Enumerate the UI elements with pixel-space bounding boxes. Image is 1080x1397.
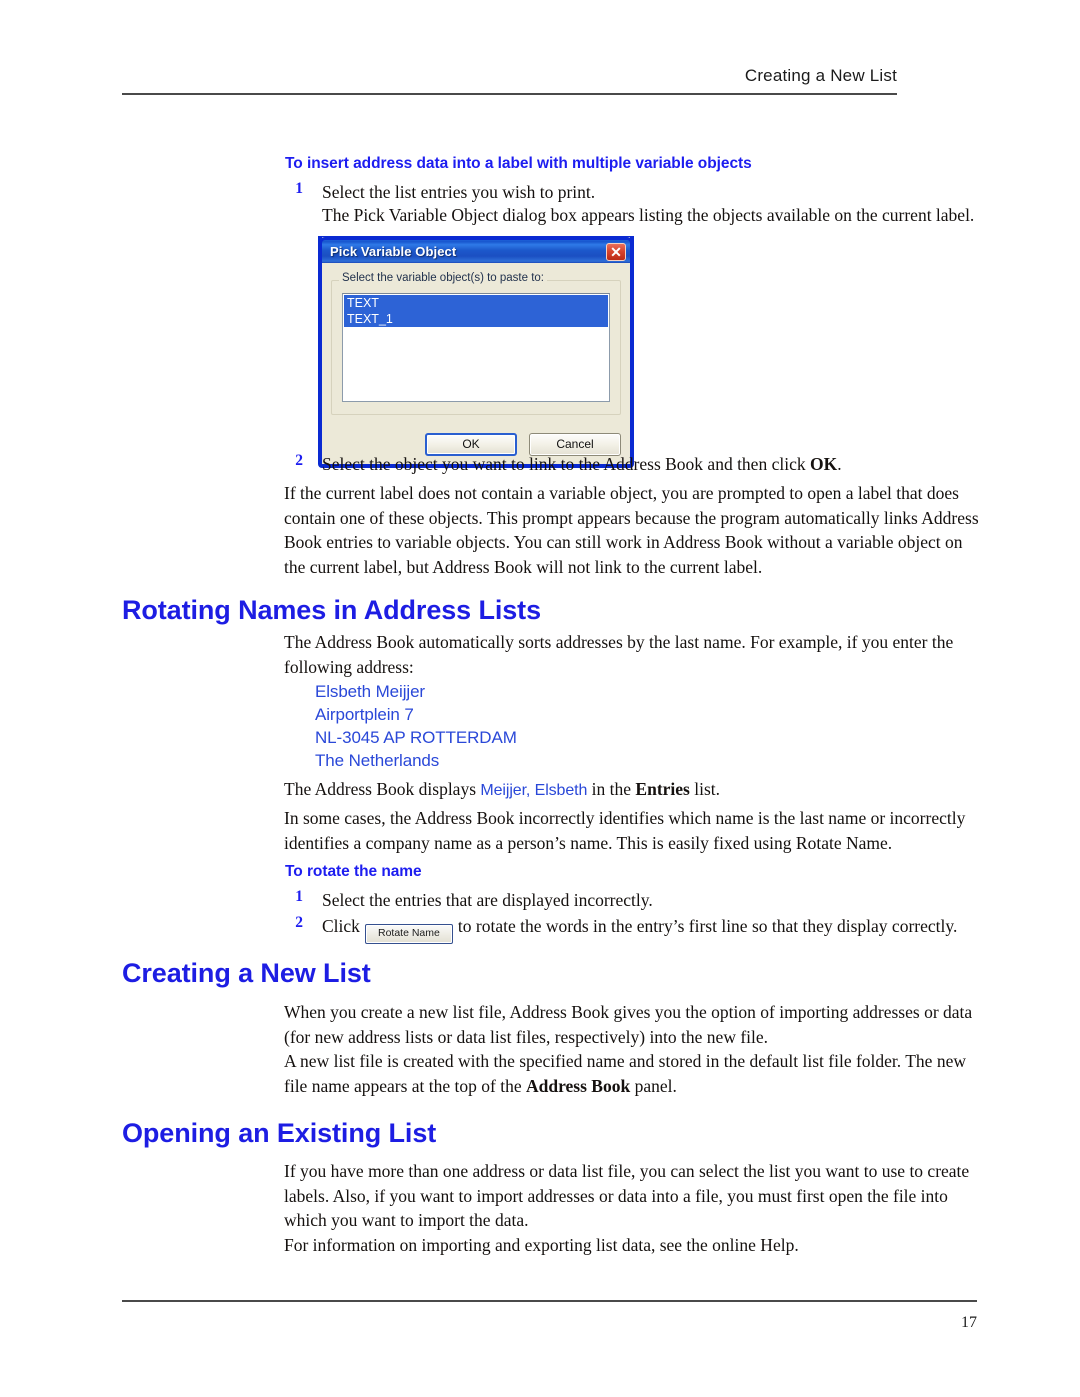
displays-before: The Address Book displays [284, 779, 481, 799]
list-item: 2 Select the object you want to link to … [285, 452, 985, 477]
step-number: 2 [295, 914, 303, 931]
displays-bold-text: Entries [635, 779, 690, 799]
procedure-heading-to-rotate-the-name: To rotate the name [285, 863, 422, 880]
list-item[interactable]: TEXT [344, 295, 608, 311]
paragraph-opening-1: If you have more than one address or dat… [284, 1161, 970, 1231]
sample-address-line: Airportplein 7 [315, 705, 414, 724]
rotate-name-button[interactable]: Rotate Name [364, 924, 453, 944]
section-heading-opening-existing-list: Opening an Existing List [122, 1118, 437, 1148]
list-item: 2 Click Rotate Name to rotate the words in… [285, 914, 1005, 944]
section-heading-creating-new-list: Creating a New List [122, 958, 371, 988]
step-text-after: . [837, 454, 842, 474]
sample-address-line: Elsbeth Meijjer [315, 682, 425, 701]
variable-object-groupbox: Select the variable object(s) to paste t… [331, 272, 621, 415]
paragraph-creating-2: A new list file is created with the spec… [284, 1049, 984, 1098]
sample-address-line: The Netherlands [315, 751, 440, 770]
sample-address-line: NL-3045 AP ROTTERDAM [315, 728, 517, 747]
paragraph-creating-1: When you create a new list file, Address… [284, 1002, 973, 1047]
step-text-bold: OK [809, 454, 838, 474]
paragraph-opening-2: For information on importing and exporti… [284, 1235, 799, 1255]
page-number: 17 [961, 1314, 977, 1331]
step-text: Select the object you want to link to th… [322, 452, 985, 477]
footer-divider [122, 1300, 977, 1302]
step-text: Select the entries that are displayed in… [322, 890, 653, 910]
step-number: 2 [295, 452, 303, 469]
groupbox-legend: Select the variable object(s) to paste t… [339, 272, 547, 284]
paragraph-text-after: panel. [630, 1075, 677, 1096]
paragraph-entries-display: The Address Book displays Meijjer, Elsbe… [284, 777, 984, 804]
header-divider [122, 93, 897, 95]
list-item: 1 Select the list entries you wish to pr… [285, 180, 985, 205]
document-page: Creating a New List To insert address da… [0, 0, 1080, 1397]
displays-after: list. [689, 779, 721, 799]
step-text-before: Select the object you want to link to th… [322, 454, 810, 474]
procedure-heading-insert-address-data: To insert address data into a label with… [285, 155, 752, 172]
step-note-text: The Pick Variable Object dialog box appe… [322, 205, 975, 225]
pick-variable-object-dialog: Pick Variable Object ✕ Select the variab… [319, 237, 633, 467]
list-item: 1 Select the entries that are displayed … [285, 888, 985, 913]
close-icon[interactable]: ✕ [606, 242, 626, 261]
variable-object-listbox[interactable]: TEXT TEXT_1 [342, 293, 610, 402]
dialog-titlebar: Pick Variable Object ✕ [319, 237, 633, 263]
displays-blue-text: Meijjer, Elsbeth [480, 782, 588, 799]
paragraph-rotate-name-explanation: In some cases, the Address Book incorrec… [284, 808, 966, 853]
dialog-title: Pick Variable Object [330, 244, 457, 259]
step-number: 1 [295, 180, 303, 197]
paragraph-text-bold: Address Book [525, 1075, 631, 1096]
dialog-body: Select the variable object(s) to paste t… [322, 263, 630, 423]
running-header: Creating a New List [744, 66, 897, 85]
paragraph-variable-object-note: If the current label does not contain a … [284, 483, 979, 577]
step-text: Click Rotate Name to rotate the words in t… [322, 914, 1005, 944]
step-text-after: to rotate the words in the entry’s first… [457, 916, 958, 936]
step-number: 1 [295, 888, 303, 905]
paragraph-rotating-intro: The Address Book automatically sorts add… [284, 632, 954, 677]
displays-middle: in the [587, 779, 636, 799]
step-text: Select the list entries you wish to prin… [322, 182, 596, 202]
step-text-before: Click [322, 916, 360, 936]
section-heading-rotating-names: Rotating Names in Address Lists [122, 595, 541, 625]
list-item[interactable]: TEXT_1 [344, 311, 608, 327]
